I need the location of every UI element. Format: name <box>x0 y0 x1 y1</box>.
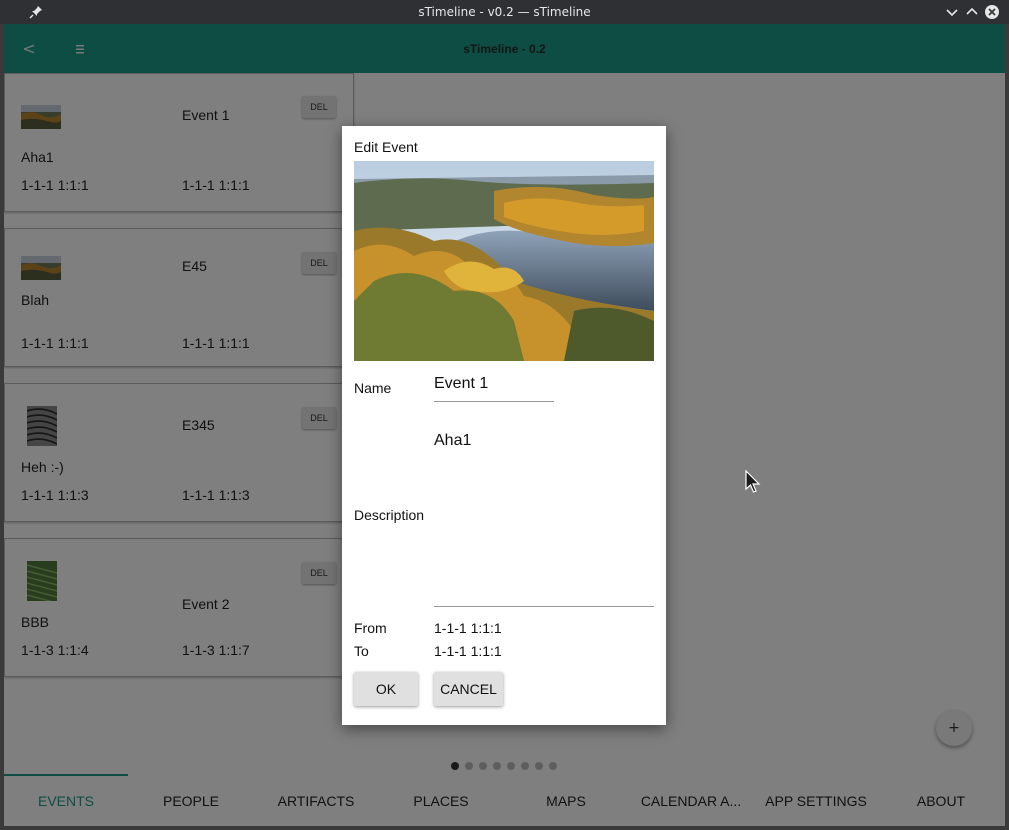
maximize-icon[interactable] <box>964 4 980 20</box>
name-label: Name <box>354 380 392 396</box>
to-label: To <box>354 643 369 659</box>
autumn-river-landscape-photo[interactable] <box>354 161 654 361</box>
description-field[interactable]: Aha1 <box>434 428 654 607</box>
minimize-icon[interactable] <box>944 4 960 20</box>
name-field[interactable]: Event 1 <box>434 372 554 402</box>
description-label: Description <box>354 507 425 523</box>
from-label: From <box>354 620 387 636</box>
window-title: sTimeline - v0.2 — sTimeline <box>418 5 591 19</box>
close-icon[interactable] <box>984 4 1000 20</box>
cancel-button[interactable]: CANCEL <box>434 672 503 706</box>
dialog-title: Edit Event <box>354 139 418 155</box>
from-value[interactable]: 1-1-1 1:1:1 <box>434 620 502 636</box>
edit-event-dialog: Edit Event Name Event 1 Aha1 Description… <box>342 126 666 725</box>
to-value[interactable]: 1-1-1 1:1:1 <box>434 643 502 659</box>
ok-button[interactable]: OK <box>354 672 418 706</box>
app-window: sTimeline - v0.2 — sTimeline < sTimeline… <box>0 0 1009 830</box>
window-titlebar: sTimeline - v0.2 — sTimeline <box>0 0 1009 24</box>
mouse-cursor-icon <box>745 470 761 493</box>
